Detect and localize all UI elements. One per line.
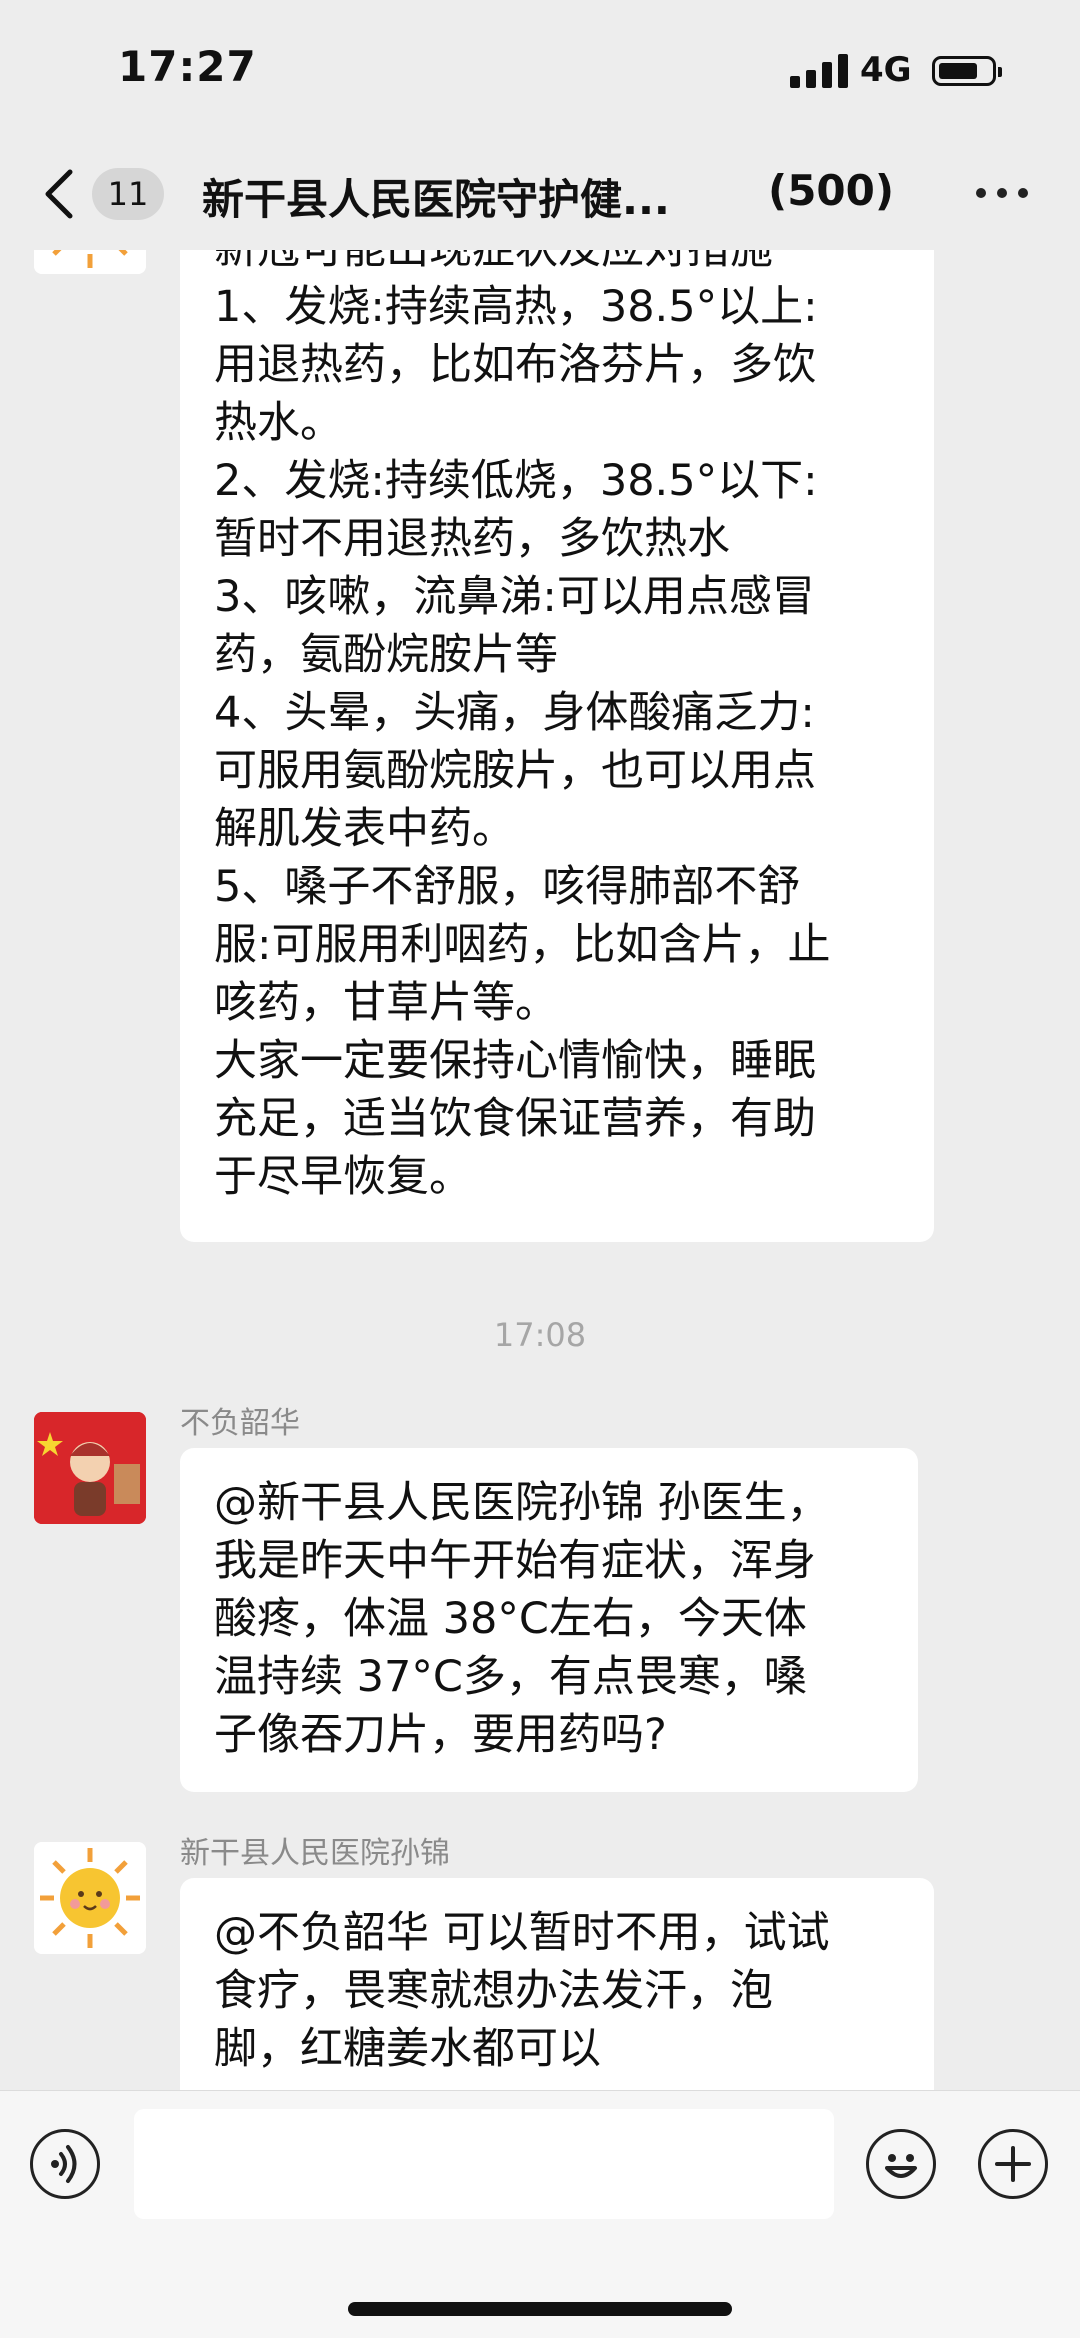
message-line: 3、咳嗽，流鼻涕:可以用点感冒 [214,572,815,622]
message-line: 子像吞刀片，要用药吗? [214,1710,667,1760]
sun-avatar-icon [34,1842,146,1954]
plus-icon [995,2146,1031,2182]
message-line: 1、发烧:持续高热，38.5°以上: [214,282,818,332]
more-dots-icon[interactable] [976,188,1028,200]
message-bubble[interactable]: 新冠可能出现症状及应对措施 1、发烧:持续高热，38.5°以上: 用退热药，比如… [180,250,934,1242]
message-line: 充足，适当饮食保证营养，有助 [214,1094,816,1144]
message-line: 4、头晕，头痛，身体酸痛乏力: [214,688,815,738]
message-input[interactable] [134,2109,834,2219]
cartoon-avatar-icon [34,1412,146,1524]
message-line: 2、发烧:持续低烧，38.5°以下: [214,456,818,506]
sender-name: 不负韶华 [180,1406,300,1441]
sun-avatar-icon [34,250,146,274]
signal-icon [790,54,850,88]
message-line: 脚，红糖姜水都可以 [214,2024,601,2074]
message-line: 可服用氨酚烷胺片，也可以用点 [214,746,816,796]
home-indicator[interactable] [348,2302,732,2316]
avatar-user[interactable] [34,1412,146,1524]
message-list[interactable]: 新冠可能出现症状及应对措施 1、发烧:持续高热，38.5°以上: 用退热药，比如… [0,250,1080,2090]
emoji-icon [885,2154,917,2178]
input-bar [0,2090,1080,2338]
unread-count-badge[interactable]: 11 [92,168,164,220]
message-line: 解肌发表中药。 [214,804,515,854]
avatar-hospital[interactable] [34,1842,146,1954]
status-time: 17:27 [118,42,257,91]
voice-icon [51,2145,77,2183]
avatar-hospital[interactable] [34,250,146,274]
message-line: @新干县人民医院孙锦 孙医生， [214,1478,830,1528]
message-line: 大家一定要保持心情愉快，睡眠 [214,1036,816,1086]
message-bubble[interactable]: @不负韶华 可以暂时不用，试试 食疗，畏寒就想办法发汗，泡 脚，红糖姜水都可以 [180,1878,934,2090]
message-line: 咳药，甘草片等。 [214,978,558,1028]
message-line: 热水。 [214,398,343,448]
chat-title: 新干县人民医院守护健... [202,175,670,224]
message-line: 暂时不用退热药，多饮热水 [214,514,730,564]
message-line: 新冠可能出现症状及应对措施 [214,250,831,278]
status-bar: 17:27 4G [0,0,1080,140]
back-button[interactable] [40,166,80,222]
add-button[interactable] [978,2129,1048,2199]
emoji-button[interactable] [866,2129,936,2199]
message-line: 我是昨天中午开始有症状，浑身 [214,1536,816,1586]
message-line: 服:可服用利咽药，比如含片，止 [214,920,831,970]
message-bubble[interactable]: @新干县人民医院孙锦 孙医生， 我是昨天中午开始有症状，浑身 酸疼，体温 38°… [180,1448,918,1792]
sender-name: 新干县人民医院孙锦 [180,1836,450,1871]
message-line: 药，氨酚烷胺片等 [214,630,558,680]
message-timestamp: 17:08 [493,1316,587,1354]
message-line: @不负韶华 可以暂时不用，试试 [214,1908,830,1958]
chat-header: 11 新干县人民医院守护健... (500) [0,140,1080,250]
network-type: 4G [860,50,912,90]
message-line: 酸疼，体温 38°C左右，今天体 [214,1594,807,1644]
battery-icon [932,56,1002,86]
message-line: 温持续 37°C多，有点畏寒，嗓 [214,1652,807,1702]
chevron-left-icon [45,169,73,219]
message-line: 用退热药，比如布洛芬片，多饮 [214,340,816,390]
message-line: 5、嗓子不舒服，咳得肺部不舒 [214,862,801,912]
voice-button[interactable] [30,2129,100,2199]
member-count: (500) [768,166,895,215]
message-line: 于尽早恢复。 [214,1152,472,1202]
message-line: 食疗，畏寒就想办法发汗，泡 [214,1966,773,2016]
